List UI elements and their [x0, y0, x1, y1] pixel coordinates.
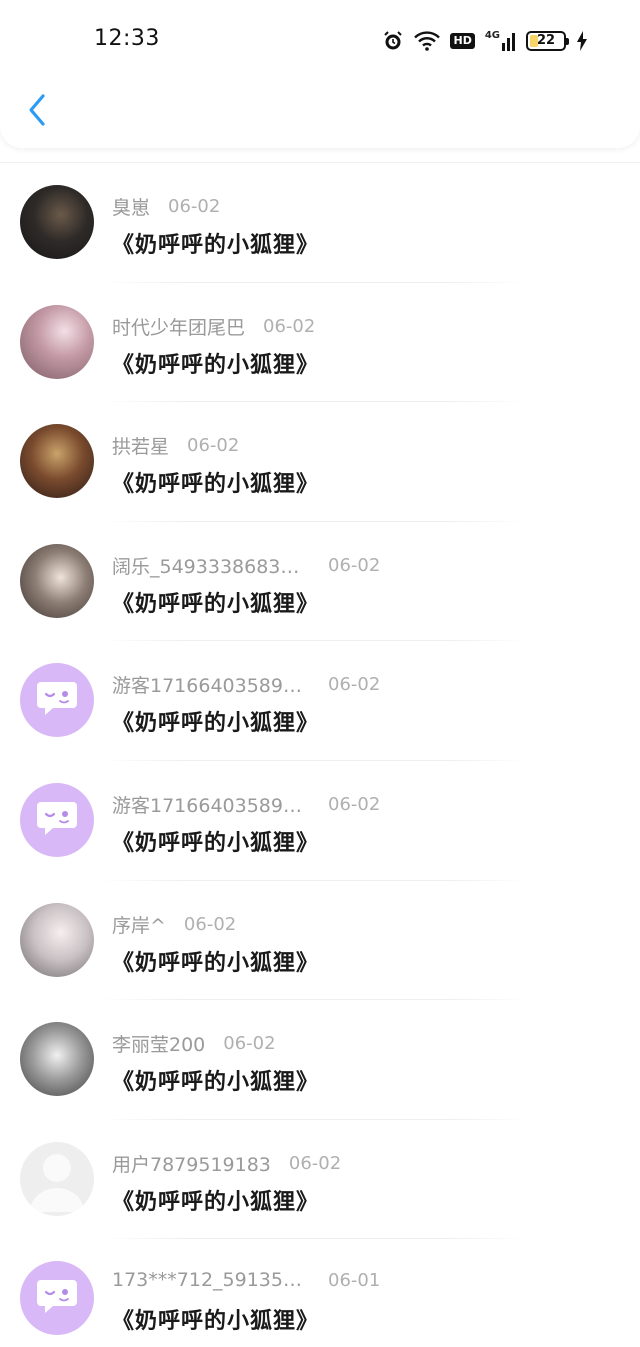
item-meta: 游客171664035892… 06-02	[112, 671, 380, 698]
item-date: 06-01	[328, 1269, 381, 1291]
user-name[interactable]: 阔乐_5493338683…	[112, 552, 302, 579]
status-bar: 12:33 HD 4G 22	[0, 0, 640, 80]
item-title[interactable]: 《奶呼呼的小狐狸》	[112, 227, 319, 259]
item-title[interactable]: 《奶呼呼的小狐狸》	[112, 945, 319, 977]
list-item[interactable]: 阔乐_5493338683… 06-02 《奶呼呼的小狐狸》	[0, 522, 640, 642]
item-date: 06-02	[168, 196, 221, 217]
user-name[interactable]: 游客171664035892…	[112, 791, 302, 818]
avatar[interactable]	[20, 543, 94, 618]
user-list: 臭崽 06-02 《奶呼呼的小狐狸》 时代少年团尾巴 06-02 《奶呼呼的小狐…	[0, 162, 640, 1347]
back-button[interactable]	[22, 92, 52, 132]
item-title[interactable]: 《奶呼呼的小狐狸》	[112, 1064, 319, 1096]
avatar[interactable]	[20, 304, 94, 379]
user-name[interactable]: 拱若星	[112, 432, 169, 459]
top-header: 12:33 HD 4G 22	[0, 0, 640, 148]
battery-level: 22	[536, 33, 556, 48]
item-meta: 臭崽 06-02	[112, 193, 220, 220]
item-date: 06-02	[328, 674, 381, 696]
avatar[interactable]	[20, 902, 94, 977]
battery-tip	[566, 38, 569, 45]
avatar[interactable]	[20, 185, 94, 259]
user-name[interactable]: 序岸^	[112, 911, 166, 938]
item-title[interactable]: 《奶呼呼的小狐狸》	[112, 1303, 319, 1335]
wifi-icon	[414, 31, 441, 51]
item-meta: 拱若星 06-02	[112, 432, 239, 459]
item-date: 06-02	[223, 1033, 276, 1055]
user-name[interactable]: 173***712_591359…	[112, 1269, 302, 1291]
default-user-icon	[20, 1142, 94, 1216]
hd-icon: HD	[450, 33, 475, 49]
item-meta: 游客171664035892… 06-02	[112, 791, 380, 818]
user-name[interactable]: 臭崽	[112, 193, 150, 220]
list-item[interactable]: 游客171664035892… 06-02 《奶呼呼的小狐狸》	[0, 761, 640, 881]
item-date: 06-02	[187, 435, 240, 457]
item-date: 06-02	[328, 793, 381, 815]
item-date: 06-02	[183, 913, 237, 935]
list-item[interactable]: 序岸^ 06-02 《奶呼呼的小狐狸》	[0, 881, 640, 1001]
user-name[interactable]: 李丽莹200	[112, 1030, 205, 1057]
avatar[interactable]	[20, 663, 94, 738]
list-item[interactable]: 李丽莹200 06-02 《奶呼呼的小狐狸》	[0, 1000, 640, 1120]
item-date: 06-02	[288, 1152, 342, 1174]
chevron-left-icon	[27, 93, 47, 131]
item-date: 06-02	[263, 315, 316, 337]
battery-icon: 22	[526, 31, 569, 51]
charging-icon	[576, 31, 588, 51]
status-time: 12:33	[94, 26, 160, 51]
list-item[interactable]: 臭崽 06-02 《奶呼呼的小狐狸》	[0, 163, 640, 283]
alarm-icon	[382, 30, 404, 52]
item-meta: 阔乐_5493338683… 06-02	[112, 552, 380, 579]
item-meta: 李丽莹200 06-02	[112, 1030, 276, 1057]
list-item[interactable]: 拱若星 06-02 《奶呼呼的小狐狸》	[0, 402, 640, 522]
list-item[interactable]: 173***712_591359… 06-01 《奶呼呼的小狐狸》	[0, 1239, 640, 1347]
avatar[interactable]	[20, 1022, 94, 1097]
item-meta: 序岸^ 06-02	[112, 911, 236, 938]
item-title[interactable]: 《奶呼呼的小狐狸》	[112, 347, 319, 379]
avatar[interactable]	[20, 1261, 94, 1336]
network-gen-label: 4G	[484, 30, 500, 41]
item-meta: 时代少年团尾巴 06-02	[112, 313, 315, 340]
item-date: 06-02	[328, 554, 381, 576]
item-title[interactable]: 《奶呼呼的小狐狸》	[112, 586, 319, 618]
avatar[interactable]	[20, 1141, 94, 1216]
item-meta: 173***712_591359… 06-01	[112, 1269, 380, 1291]
list-item[interactable]: 用户7879519183 06-02 《奶呼呼的小狐狸》	[0, 1120, 640, 1240]
user-name[interactable]: 用户7879519183	[112, 1150, 271, 1177]
item-title[interactable]: 《奶呼呼的小狐狸》	[112, 1184, 319, 1216]
chat-bot-icon	[35, 678, 79, 722]
list-item[interactable]: 时代少年团尾巴 06-02 《奶呼呼的小狐狸》	[0, 283, 640, 403]
item-title[interactable]: 《奶呼呼的小狐狸》	[112, 825, 319, 857]
status-icons: HD 4G 22	[382, 28, 588, 54]
item-title[interactable]: 《奶呼呼的小狐狸》	[112, 466, 319, 498]
item-title[interactable]: 《奶呼呼的小狐狸》	[112, 705, 319, 737]
list-item[interactable]: 游客171664035892… 06-02 《奶呼呼的小狐狸》	[0, 641, 640, 761]
signal-4g-icon: 4G	[485, 31, 516, 51]
chat-bot-icon	[35, 1276, 79, 1320]
item-meta: 用户7879519183 06-02	[112, 1150, 341, 1177]
avatar[interactable]	[20, 424, 94, 499]
avatar[interactable]	[20, 782, 94, 857]
chat-bot-icon	[35, 798, 79, 842]
user-name[interactable]: 游客171664035892…	[112, 671, 302, 698]
user-name[interactable]: 时代少年团尾巴	[112, 313, 245, 340]
